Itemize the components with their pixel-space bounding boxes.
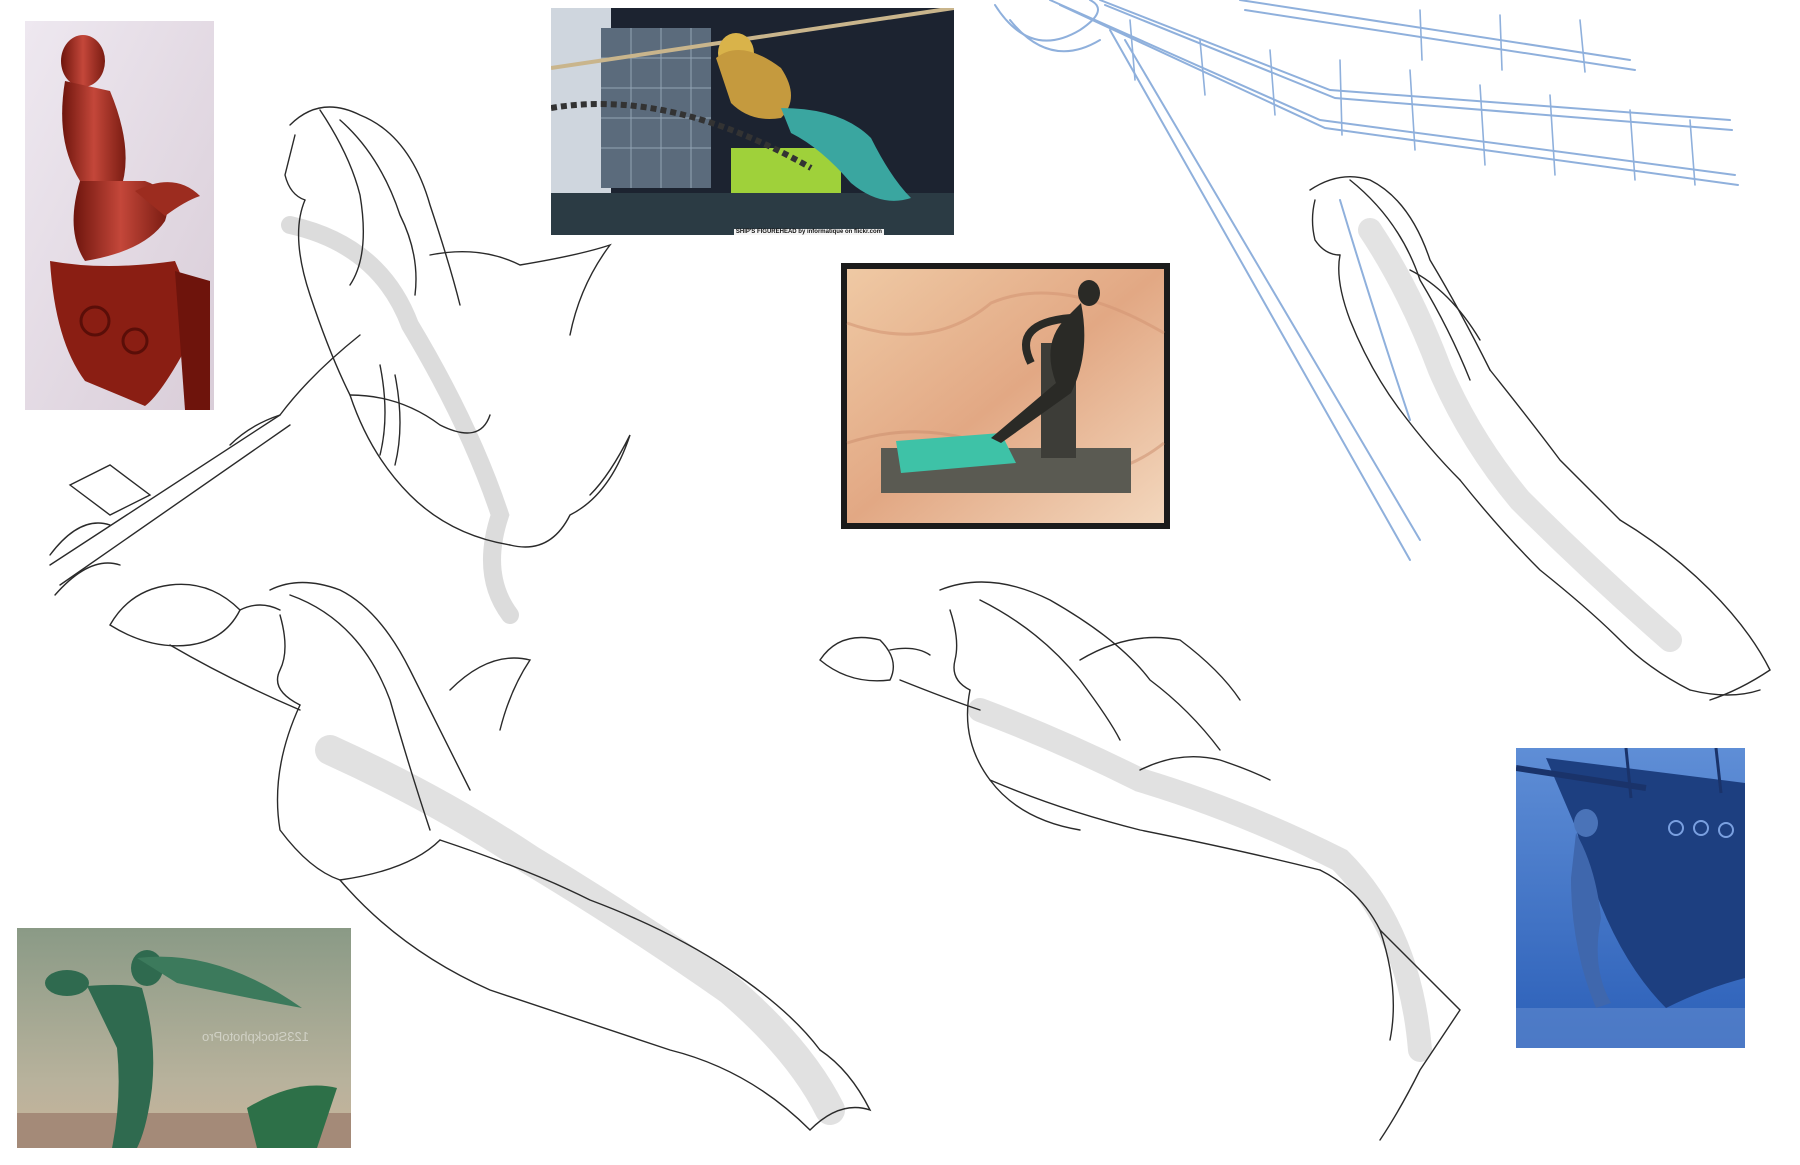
reference-board: SHIP'S FIGUREHEAD by informatique on fli… [0,0,1800,1165]
photo-credit-caption: SHIP'S FIGUREHEAD by informatique on fli… [733,229,884,235]
mermaid-figurehead-sketch-right [1290,170,1790,710]
mermaid-conch-sketch-left [109,570,910,1150]
mermaid-trident-sketch [49,95,650,635]
blue-ship-figurehead-photo [1516,748,1745,1048]
